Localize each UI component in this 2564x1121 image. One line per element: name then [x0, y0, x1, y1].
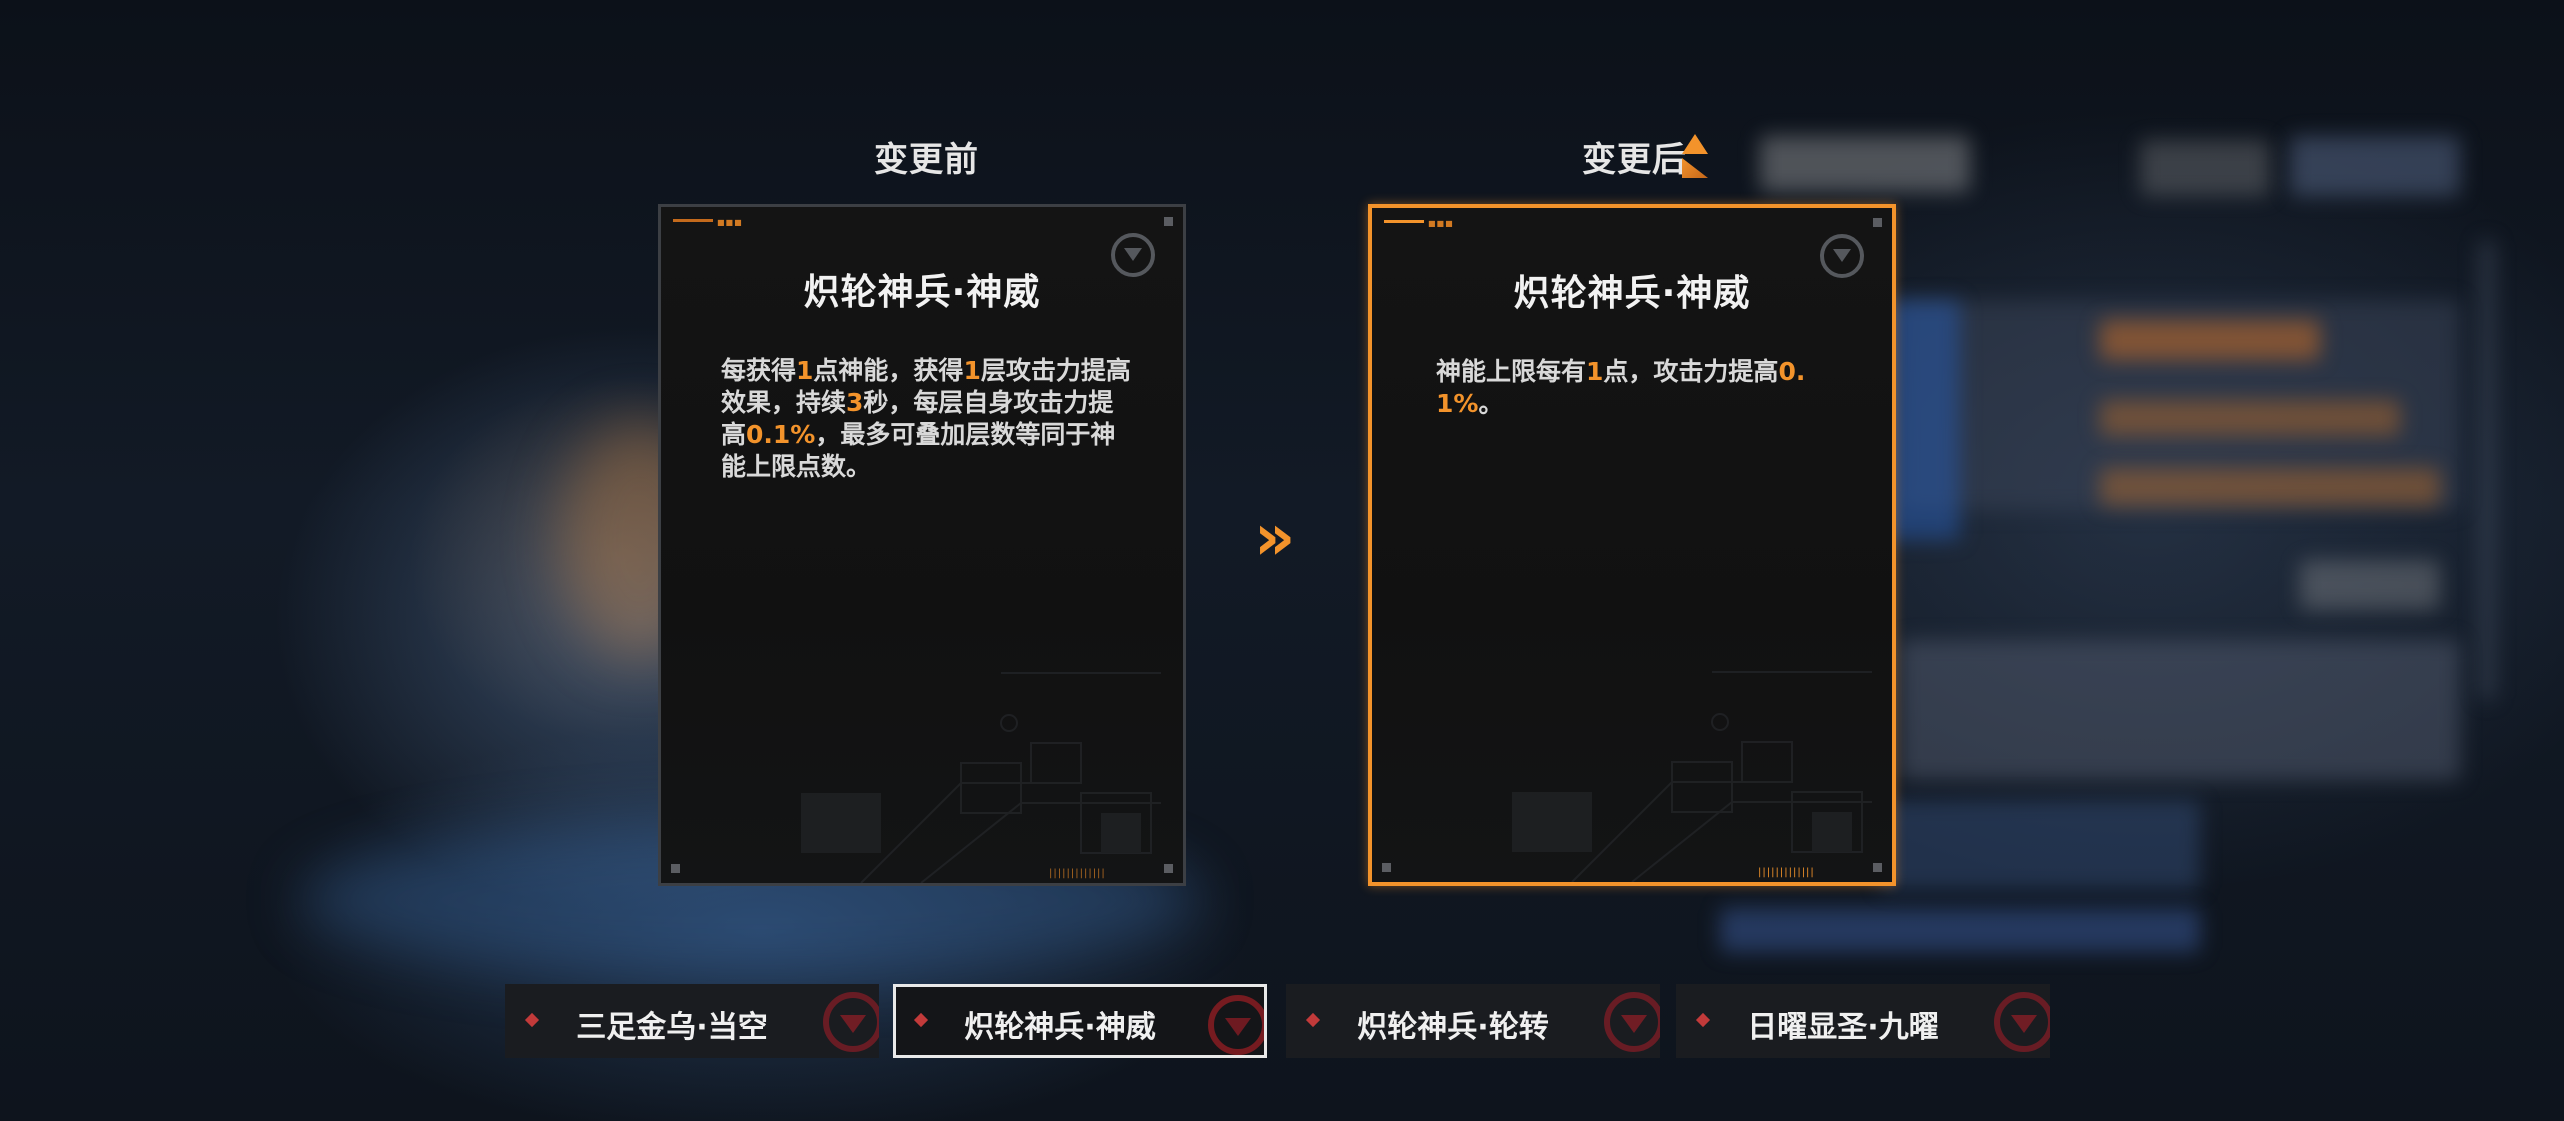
skill-emblem-icon [1604, 992, 1660, 1052]
card-decoration: ■■■ [717, 218, 743, 227]
skill-card-after: ■■■ 炽轮神兵·神威 神能上限每有1点，攻击力提高0.1%。 ||||||||… [1368, 204, 1896, 886]
background-panel [1720, 908, 2200, 952]
tab-label: 炽轮神兵·轮转 [1357, 1010, 1549, 1045]
skill-description: 每获得1点神能，获得1层攻击力提高效果，持续3秒，每层自身攻击力提高0.1%，最… [721, 356, 1131, 481]
skill-card-before: ■■■ 炽轮神兵·神威 每获得1点神能，获得1层攻击力提高效果，持续3秒，每层自… [658, 204, 1186, 886]
background-panel [2100, 400, 2400, 436]
background-panel [2100, 468, 2440, 506]
tab-label: 三足金乌·当空 [576, 1010, 768, 1045]
card-decoration [673, 219, 713, 222]
skill-emblem-icon [823, 992, 879, 1052]
background-panel [1900, 640, 2460, 780]
card-barcode: ||||||||||||| [1758, 867, 1815, 878]
card-decoration: ■■■ [1428, 219, 1454, 228]
background-panel [1760, 136, 1970, 192]
background-panel [2100, 320, 2320, 360]
tab-sanzu-jinwu[interactable]: 三足金乌·当空 [505, 984, 879, 1058]
background-panel [1880, 800, 2200, 890]
skill-name: 炽轮神兵·神威 [803, 272, 1041, 313]
tab-chilun-shenwei[interactable]: 炽轮神兵·神威 [893, 984, 1267, 1058]
card-decoration [1384, 220, 1424, 223]
skill-emblem-icon [1994, 992, 2050, 1052]
card-corner [1164, 217, 1173, 226]
skill-name: 炽轮神兵·神威 [1513, 273, 1751, 314]
up-arrow-icon [1682, 134, 1708, 154]
tab-label: 炽轮神兵·神威 [964, 1010, 1156, 1045]
background-panel [2290, 136, 2460, 196]
tab-chilun-lunzhuan[interactable]: 炽轮神兵·轮转 [1286, 984, 1660, 1058]
tab-riyao-jiuyao[interactable]: 日曜显圣·九曜 [1676, 984, 2050, 1058]
double-chevron-right-icon: » [1254, 501, 1296, 575]
circuit-pattern [801, 672, 1161, 883]
background-panel [2140, 140, 2270, 196]
card-barcode: ||||||||||||| [1049, 868, 1106, 879]
before-heading: 变更前 [874, 140, 979, 180]
card-corner [1873, 218, 1882, 227]
skill-description: 神能上限每有1点，攻击力提高0.1%。 [1436, 357, 1806, 418]
tab-label: 日曜显圣·九曜 [1747, 1010, 1939, 1045]
background-panel [2480, 240, 2494, 700]
background-panel [2300, 560, 2440, 610]
circuit-pattern [1512, 671, 1872, 882]
after-heading: 变更后 [1582, 140, 1687, 180]
skill-emblem-icon [1208, 995, 1264, 1055]
